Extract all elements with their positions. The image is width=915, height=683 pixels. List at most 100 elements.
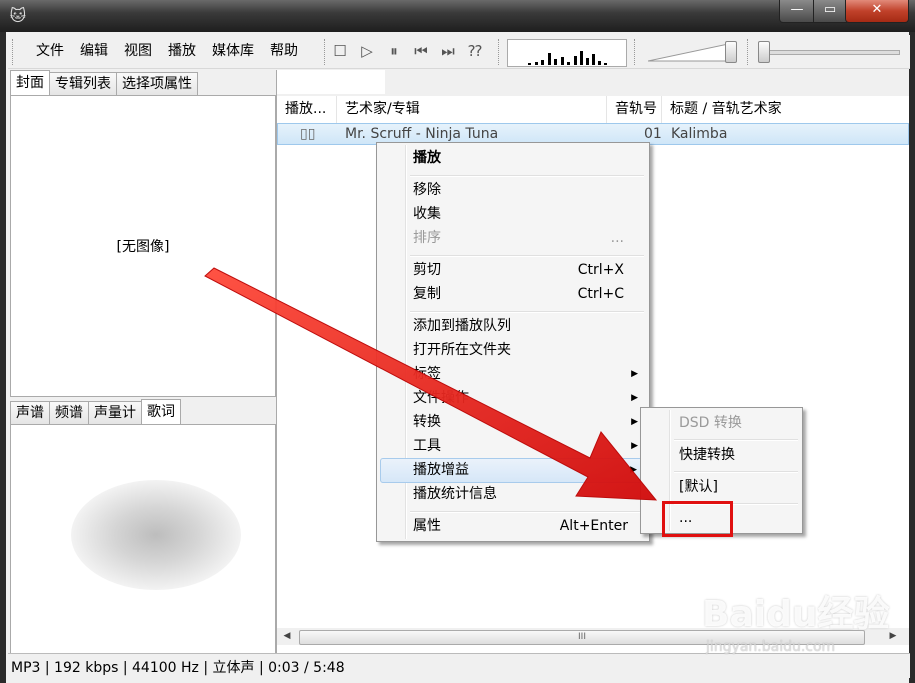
blurred-area <box>71 480 241 590</box>
pause-icon[interactable]: ⏸ <box>386 43 402 59</box>
menu-playback[interactable]: 播放 <box>160 35 204 68</box>
submenu-item-default[interactable]: [默认] <box>644 476 799 499</box>
spectrum-bar <box>567 62 570 65</box>
submenu-arrow-icon: ▶ <box>631 441 638 451</box>
spectrum-bar <box>598 61 601 65</box>
row-title: Kalimba <box>671 126 728 142</box>
spectrum-bar <box>604 63 607 65</box>
tab-selection-properties[interactable]: 选择项属性 <box>116 72 198 96</box>
menu-help[interactable]: 帮助 <box>262 35 306 68</box>
submenu-arrow-icon: ▶ <box>630 465 637 475</box>
menu-item-playback-statistics[interactable]: 播放统计信息 <box>380 483 646 506</box>
column-playing[interactable]: 播放... <box>277 96 337 123</box>
tab-vu-meter[interactable]: 声量计 <box>88 401 142 425</box>
menu-file[interactable]: 文件 <box>28 35 72 68</box>
toolbar-grip[interactable] <box>12 39 16 65</box>
submenu-arrow-icon: ▶ <box>631 369 638 379</box>
menu-separator <box>410 311 644 313</box>
random-icon[interactable]: ⁇ <box>467 43 483 59</box>
menu-separator <box>410 175 644 177</box>
title-bar[interactable]: 🐱 — ▭ ✕ <box>0 0 915 32</box>
tab-lyrics[interactable]: 歌词 <box>141 399 181 425</box>
menu-item-play[interactable]: 播放 <box>380 147 646 170</box>
menu-bar: 文件 编辑 视图 播放 媒体库 帮助 <box>28 35 306 68</box>
submenu-item-quick-convert[interactable]: 快捷转换 <box>644 444 799 467</box>
no-image-label: [无图像] <box>116 239 170 255</box>
lyrics-panel <box>10 424 276 654</box>
tab-album-list[interactable]: 专辑列表 <box>49 72 117 96</box>
playlist-tab-area <box>277 70 385 94</box>
menu-separator <box>410 511 644 513</box>
menu-item-properties[interactable]: 属性 Alt+Enter <box>380 515 646 538</box>
column-artist-album[interactable]: 艺术家/专辑 <box>337 96 607 123</box>
minimize-button[interactable]: — <box>779 0 815 23</box>
menu-view[interactable]: 视图 <box>116 35 160 68</box>
toolbar-grip[interactable] <box>747 39 751 65</box>
menu-item-sort: 排序... <box>413 230 624 246</box>
volume-track <box>648 42 733 62</box>
next-icon[interactable]: ⏭ <box>440 43 456 59</box>
scroll-left-icon[interactable]: ◀ <box>279 628 295 645</box>
seek-bar[interactable] <box>753 39 903 65</box>
row-track-number: 01 <box>644 126 662 142</box>
playlist-header: 播放... 艺术家/专辑 音轨号 标题 / 音轨艺术家 <box>277 96 909 124</box>
tab-spectrum[interactable]: 频谱 <box>49 401 89 425</box>
menu-item-replaygain[interactable]: 播放增益 ▶ <box>380 458 646 483</box>
stop-icon[interactable]: ☐ <box>332 43 348 59</box>
toolbar-grip[interactable] <box>324 39 328 65</box>
status-text: MP3 | 192 kbps | 44100 Hz | 立体声 | 0:03 /… <box>11 660 345 676</box>
menu-item-convert[interactable]: 转换 ▶ <box>380 411 646 434</box>
seek-thumb[interactable] <box>758 41 770 63</box>
left-bottom-tabs: 声谱 频谱 声量计 歌词 <box>10 399 181 425</box>
baidu-watermark: Baidu经验 jingyan.baidu.com <box>700 585 910 665</box>
menu-item-file-operations[interactable]: 文件操作 ▶ <box>380 387 646 410</box>
maximize-button[interactable]: ▭ <box>813 0 847 23</box>
toolbar-grip[interactable] <box>634 39 638 65</box>
context-menu: 播放 移除 收集 排序... 剪切 Ctrl+X 复制 Ctrl+C 添加到播放队列… <box>376 142 650 542</box>
submenu-arrow-icon: ▶ <box>631 417 638 427</box>
menu-item-add-to-queue[interactable]: 添加到播放队列 <box>380 315 646 338</box>
annotation-highlight-box <box>662 501 733 537</box>
spectrum-bar <box>554 59 557 65</box>
seek-track <box>758 50 900 55</box>
watermark-logo: Baidu经验 <box>702 594 890 635</box>
spectrum-bar <box>580 51 583 65</box>
toolbar-grip[interactable] <box>498 39 502 65</box>
menu-edit[interactable]: 编辑 <box>72 35 116 68</box>
row-artist-album: Mr. Scruff - Ninja Tuna <box>345 126 499 142</box>
menu-item-cut[interactable]: 剪切 Ctrl+X <box>380 259 646 282</box>
menu-separator <box>674 439 798 441</box>
spectrum-bar <box>541 60 544 65</box>
tab-cover[interactable]: 封面 <box>10 70 50 96</box>
spectrum-bar <box>586 58 589 65</box>
play-icon[interactable]: ▷ <box>359 43 375 59</box>
volume-thumb[interactable] <box>725 41 738 63</box>
spectrum-bar <box>548 53 551 65</box>
submenu-arrow-icon: ▶ <box>631 393 638 403</box>
watermark-url: jingyan.baidu.com <box>706 639 836 655</box>
left-top-tabs: 封面 专辑列表 选择项属性 <box>10 70 198 96</box>
menu-item-remove[interactable]: 移除 <box>380 179 646 202</box>
spectrum-bar <box>528 63 531 65</box>
menu-library[interactable]: 媒体库 <box>204 35 262 68</box>
column-track-number[interactable]: 音轨号 <box>607 96 662 123</box>
spectrum-bar <box>592 54 595 65</box>
tab-spectrogram[interactable]: 声谱 <box>10 401 50 425</box>
column-title[interactable]: 标题 / 音轨艺术家 <box>662 96 909 123</box>
menu-item-collect[interactable]: 收集 <box>380 203 646 226</box>
previous-icon[interactable]: ⏮ <box>413 43 429 59</box>
menu-item-copy[interactable]: 复制 Ctrl+C <box>380 283 646 306</box>
volume-slider[interactable] <box>644 39 744 65</box>
menu-separator <box>410 255 644 257</box>
menu-item-tagging[interactable]: 标签 ▶ <box>380 363 646 386</box>
spectrum-bar <box>574 56 577 65</box>
menu-separator <box>674 471 798 473</box>
spectrum-bar <box>535 62 538 65</box>
close-button[interactable]: ✕ <box>845 0 909 23</box>
menu-item-open-folder[interactable]: 打开所在文件夹 <box>380 339 646 362</box>
cover-art-panel: [无图像] <box>10 95 276 397</box>
menu-item-tools[interactable]: 工具 ▶ <box>380 435 646 458</box>
spectrum-bar <box>561 57 564 65</box>
foobar-cat-icon[interactable]: 🐱 <box>8 6 28 26</box>
spectrum-visualization <box>507 39 627 67</box>
